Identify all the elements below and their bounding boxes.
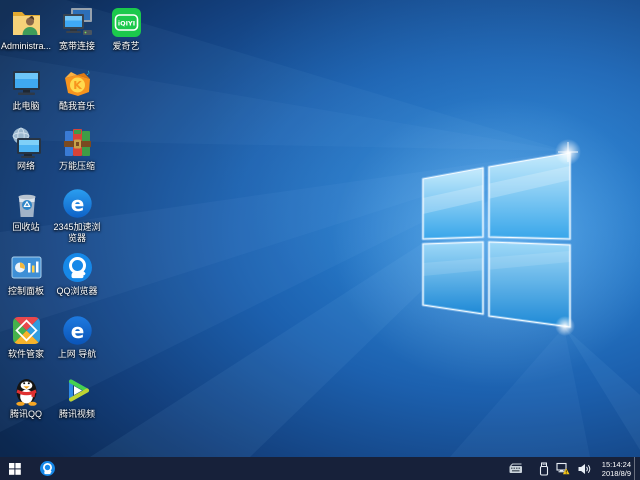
taskbar: 15:14:24 2018/8/9 (0, 457, 640, 480)
desktop-icon-user-folder[interactable]: Administra... (0, 6, 52, 52)
tencent-qq-icon (15, 379, 37, 406)
input-method-button[interactable] (507, 457, 524, 480)
taskbar-clock[interactable]: 15:14:24 2018/8/9 (602, 460, 631, 478)
desktop-icon-label: 控制面板 (7, 286, 44, 296)
desktop-icon-wanneng-zip[interactable]: 万能压缩 (51, 126, 103, 172)
desktop-icon-tencent-qq[interactable]: 腾讯QQ (0, 374, 52, 420)
qq-browser-taskbar-icon (39, 461, 55, 476)
network-icon (12, 127, 41, 158)
svg-text:e: e (70, 192, 84, 216)
tencent-video-icon (68, 379, 89, 402)
desktop-icon-label: 网络 (16, 161, 35, 171)
this-pc-icon (12, 71, 40, 95)
broadband-connection-icon (62, 8, 92, 35)
desktop-icon-label: 宽带连接 (58, 41, 95, 51)
windows-start-icon (9, 462, 21, 475)
svg-text:♪: ♪ (86, 68, 90, 77)
network-status-button[interactable] (555, 457, 571, 480)
svg-text:iQIYI: iQIYI (117, 20, 134, 28)
taskbar-qq-browser-button[interactable] (34, 457, 60, 480)
desktop-icon-label: Administra... (0, 41, 51, 51)
clock-time: 15:14:24 (601, 459, 631, 469)
iqiyi-icon: iQIYI (111, 8, 141, 37)
software-manager-icon (12, 317, 40, 344)
desktop-icon-iqiyi[interactable]: iQIYI 爱奇艺 (100, 6, 152, 52)
recycle-bin-icon (17, 194, 36, 217)
browser-2345-icon: e (62, 189, 92, 218)
kuwo-music-icon: ♪ K (64, 68, 90, 96)
desktop-icon-software-manager[interactable]: 软件管家 (0, 314, 52, 360)
desktop-icon-label: 软件管家 (7, 349, 44, 359)
desktop-icon-broadband[interactable]: 宽带连接 (51, 6, 103, 52)
user-folder-icon (12, 12, 40, 35)
desktop-icon-label: 腾讯视频 (58, 409, 95, 419)
usb-device-button[interactable] (538, 457, 550, 480)
desktop-icon-label: 此电脑 (12, 101, 40, 111)
usb-icon (539, 462, 548, 476)
start-button[interactable] (0, 457, 30, 480)
desktop-icon-label: 酷我音乐 (58, 101, 95, 111)
system-tray: 15:14:24 2018/8/9 (507, 457, 640, 480)
desktop-icon-control-panel[interactable]: 控制面板 (0, 251, 52, 297)
desktop-icon-this-pc[interactable]: 此电脑 (0, 66, 52, 112)
volume-button[interactable] (576, 457, 592, 480)
desktop-icon-label: 2345加速浏览器 (53, 222, 101, 243)
desktop-icon-label: 上网 导航 (57, 349, 97, 359)
wanneng-zip-icon (63, 129, 91, 156)
desktop-icon-qq-browser[interactable]: QQ浏览器 (51, 251, 103, 297)
desktop-icon-browser-2345[interactable]: e 2345加速浏览器 (51, 187, 103, 244)
svg-text:K: K (73, 79, 82, 92)
desktop-icon-web-navigation[interactable]: e 上网 导航 (51, 314, 103, 360)
desktop-icon-tencent-video[interactable]: 腾讯视频 (51, 374, 103, 420)
qq-browser-icon (62, 253, 92, 282)
desktop-icon-label: 万能压缩 (58, 161, 95, 171)
desktop-icon-kuwo-music[interactable]: ♪ K 酷我音乐 (51, 66, 103, 112)
desktop-icon-label: 腾讯QQ (9, 409, 42, 419)
web-navigation-icon: e (62, 316, 92, 345)
desktop-icon-label: QQ浏览器 (56, 286, 98, 296)
desktop-wallpaper: Administra... 此电脑 网络 回收站 控制面板 软件管家 腾讯QQ … (0, 0, 640, 457)
desktop-icon-label: 回收站 (12, 222, 40, 232)
desktop-icon-network[interactable]: 网络 (0, 126, 52, 172)
control-panel-icon (11, 256, 41, 279)
keyboard-icon (509, 463, 522, 473)
clock-date: 2018/8/9 (601, 468, 631, 478)
network-warning-icon (556, 462, 570, 475)
volume-icon (578, 463, 591, 474)
desktop-icon-recycle-bin[interactable]: 回收站 (0, 187, 52, 233)
desktop-icon-label: 爱奇艺 (112, 41, 140, 51)
show-desktop-button[interactable] (634, 457, 640, 480)
svg-text:e: e (70, 319, 84, 343)
